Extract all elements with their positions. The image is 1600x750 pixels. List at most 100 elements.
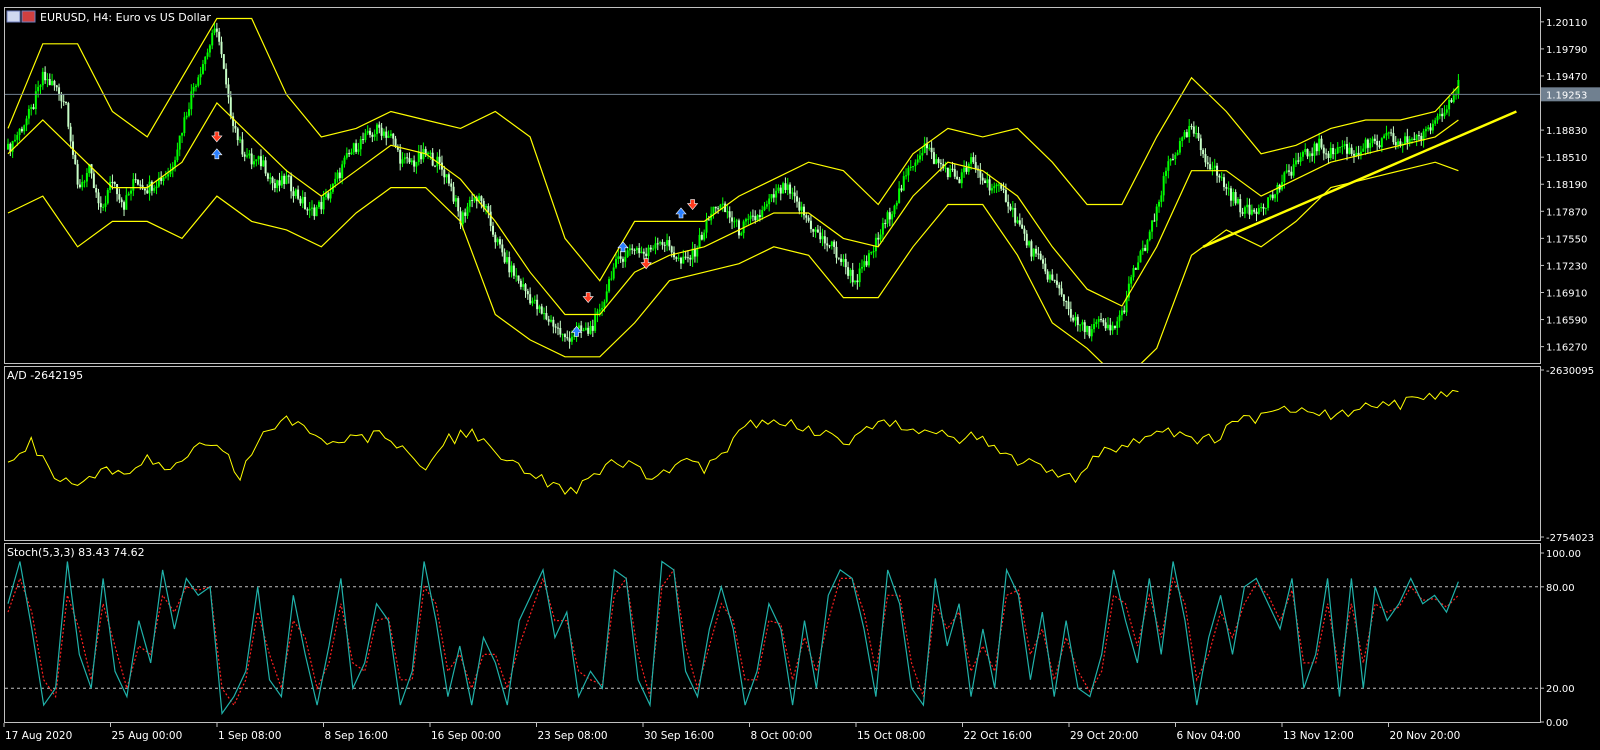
candle-body [1343,144,1346,147]
candle-body [13,139,16,142]
candle-body [1232,192,1235,201]
candle-body [389,133,392,136]
candle-body [123,202,126,210]
price-y-tick-label: 1.17870 [1546,207,1587,218]
candle-body [958,179,961,184]
candle-body [587,327,590,334]
candle-body [1441,113,1444,117]
candle-body [236,128,239,141]
candle-body [823,236,826,244]
candle-body [972,157,975,163]
candle-body [654,243,657,249]
candle-body [956,176,959,180]
candle-body [1009,206,1012,210]
candle-body [399,149,402,164]
candle-body [139,184,142,186]
candle-body [1334,153,1337,155]
candle-body [670,246,673,253]
candle-body [1369,142,1372,148]
candle-body [554,326,557,328]
candle-body [1004,190,1007,202]
candle-body [313,207,316,217]
candle-body [1373,138,1376,141]
candle-body [561,334,564,336]
candle-body [1074,316,1077,321]
candle-body [900,188,903,191]
candle-body [285,175,288,184]
candle-body [909,166,912,168]
candle-body [1262,206,1265,209]
candle-body [519,280,522,287]
candle-body [735,220,738,222]
candle-body [39,85,42,87]
candle-body [615,259,618,268]
candle-body [981,177,984,181]
candle-body [612,267,615,279]
chart-window[interactable]: 1.20110 1.19790 1.19470 1.18830 1.18510 1.181… [0,0,1600,746]
candle-body [751,215,754,217]
chart-canvas[interactable]: 1.20110 1.19790 1.19470 1.18830 1.18510 1.181… [0,0,1600,746]
candle-body [1174,155,1177,160]
candle-body [457,198,460,212]
candle-body [153,188,156,191]
candle-body [1308,153,1311,157]
candle-body [44,71,47,81]
candle-body [1188,126,1191,137]
candle-body [837,257,840,259]
candle-body [74,154,77,165]
candle-body [1079,324,1082,326]
candle-body [512,265,515,276]
candle-body [1111,325,1114,331]
price-y-tick-label: 1.19470 [1546,72,1587,83]
candle-body [879,234,882,240]
candle-body [536,299,539,310]
candle-body [1095,321,1098,324]
candle-body [1137,262,1140,270]
candle-body [619,256,622,259]
candle-body [1100,319,1103,321]
candle-body [364,133,367,140]
candle-body [1443,112,1446,117]
candle-body [844,259,847,268]
candle-body [250,153,253,165]
candle-body [269,177,272,179]
candle-body [1431,123,1434,131]
candle-body [689,257,692,260]
candle-body [343,157,346,165]
candle-body [81,181,84,188]
candle-body [352,143,355,153]
candle-body [292,191,295,197]
candle-body [401,159,404,164]
candle-body [1134,268,1137,270]
candle-body [450,183,453,187]
candle-body [860,266,863,269]
price-y-tick-label: 1.20110 [1546,18,1587,29]
candle-body [1269,194,1272,198]
candle-body [454,198,457,202]
candle-body [601,307,604,310]
candle-body [97,192,100,204]
candle-body [471,200,474,202]
candle-body [726,211,729,213]
candle-body [814,229,817,232]
candle-body [134,179,137,181]
candle-body [888,212,891,220]
candle-body [563,334,566,338]
candle-body [763,206,766,211]
candle-body [1255,211,1258,214]
candle-body [366,130,369,134]
candle-body [1241,212,1244,214]
candle-body [466,206,469,216]
candle-body [761,210,764,218]
candle-body [807,217,810,221]
candle-body [1394,142,1397,146]
candle-body [362,139,365,141]
candle-body [932,152,935,164]
candle-body [1385,132,1388,136]
candle-body [721,203,724,205]
candle-body [167,174,170,177]
candle-body [944,167,947,169]
candle-body [1023,228,1026,234]
candle-body [1350,147,1353,154]
x-axis-label: 20 Nov 20:00 [1390,730,1461,742]
